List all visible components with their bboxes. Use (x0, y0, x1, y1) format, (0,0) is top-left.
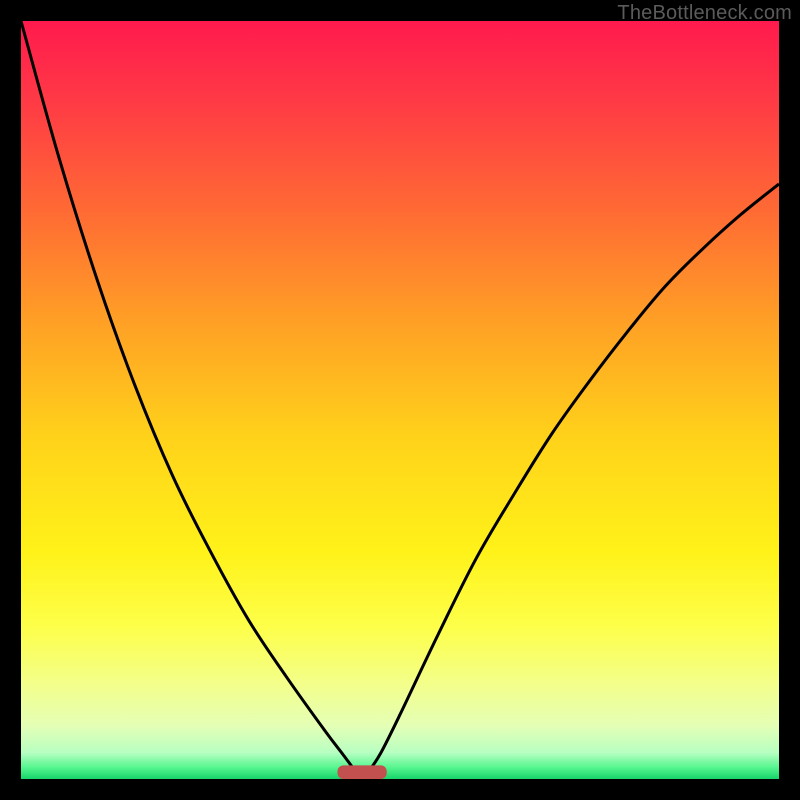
minimum-marker (337, 765, 386, 779)
watermark-text: TheBottleneck.com (617, 2, 792, 25)
bottleneck-chart (21, 21, 779, 779)
gradient-background (21, 21, 779, 779)
chart-frame (21, 21, 779, 779)
